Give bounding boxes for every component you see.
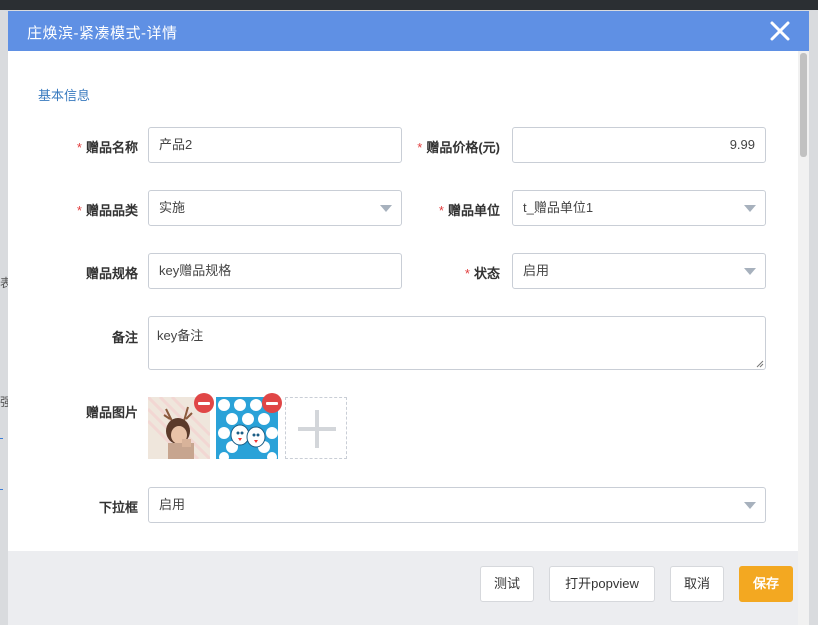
gift-spec-input[interactable]: key赠品规格 <box>148 253 402 289</box>
remove-image-icon[interactable] <box>194 393 214 413</box>
top-bar <box>0 0 818 10</box>
remark-textarea[interactable]: key备注 <box>148 316 766 370</box>
gift-price-label: * 赠品价格(元) <box>417 140 500 155</box>
remove-image-icon[interactable] <box>262 393 282 413</box>
chevron-down-icon <box>744 268 756 275</box>
resize-grip-icon[interactable] <box>756 360 764 368</box>
gift-name-label: * 赠品名称 <box>76 140 138 155</box>
gift-price-input[interactable]: 9.99 <box>512 127 766 163</box>
gift-category-value: 实施 <box>159 200 186 215</box>
dialog-header: 庄焕滨-紧凑模式-详情 <box>8 11 809 51</box>
gift-category-select[interactable]: 实施 <box>148 190 402 226</box>
dialog-title: 庄焕滨-紧凑模式-详情 <box>27 25 178 42</box>
gift-name-input[interactable]: 产品2 <box>148 127 402 163</box>
gift-unit-label: * 赠品单位 <box>438 203 500 218</box>
gift-category-label: * 赠品品类 <box>76 203 138 218</box>
save-button[interactable]: 保存 <box>739 566 793 602</box>
gift-spec-label: 赠品规格 <box>85 266 138 281</box>
dialog-footer: 测试 打开popview 取消 保存 <box>8 551 798 625</box>
chevron-down-icon <box>744 502 756 509</box>
dropdown-value: 启用 <box>159 497 186 512</box>
gift-images-label: 赠品图片 <box>85 405 138 420</box>
background-mark <box>0 489 3 490</box>
cancel-button[interactable]: 取消 <box>670 566 724 602</box>
gift-unit-select[interactable]: t_赠品单位1 <box>512 190 766 226</box>
vertical-scrollbar[interactable] <box>798 51 809 625</box>
test-button[interactable]: 测试 <box>480 566 534 602</box>
remark-label: 备注 <box>111 330 138 345</box>
dropdown-label: 下拉框 <box>98 500 138 515</box>
upload-image-button[interactable] <box>285 397 347 459</box>
dropdown-select[interactable]: 启用 <box>148 487 766 523</box>
close-icon[interactable] <box>769 20 791 42</box>
plus-icon <box>315 410 319 448</box>
background-mark <box>0 438 3 439</box>
status-label: * 状态 <box>464 266 500 281</box>
detail-dialog: 庄焕滨-紧凑模式-详情 基本信息 * 赠品名称 产品2 * 赠品价格(元) 9.99… <box>8 11 809 625</box>
section-title: 基本信息 <box>38 88 91 103</box>
status-select[interactable]: 启用 <box>512 253 766 289</box>
open-popview-button[interactable]: 打开popview <box>549 566 655 602</box>
remark-value: key备注 <box>157 328 204 343</box>
gift-unit-value: t_赠品单位1 <box>523 200 594 215</box>
status-value: 启用 <box>523 263 550 278</box>
chevron-down-icon <box>744 205 756 212</box>
dialog-body: 基本信息 * 赠品名称 产品2 * 赠品价格(元) 9.99 * 赠品品类 实施 * 赠… <box>8 51 798 551</box>
scrollbar-thumb[interactable] <box>800 53 807 157</box>
